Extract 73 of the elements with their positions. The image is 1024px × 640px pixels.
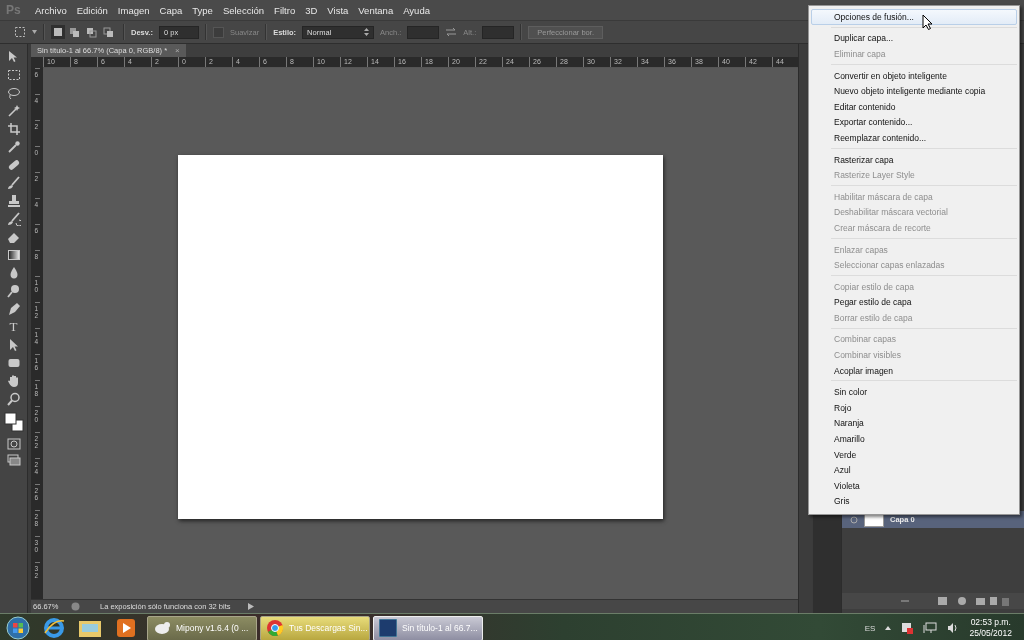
- history-brush-tool-icon[interactable]: [6, 212, 21, 226]
- menu-item[interactable]: Duplicar capa...: [811, 30, 1017, 47]
- dodge-tool-icon[interactable]: [6, 284, 21, 298]
- caret-icon[interactable]: [32, 30, 37, 34]
- hand-tool-icon[interactable]: [6, 374, 21, 388]
- stamp-tool-icon[interactable]: [6, 194, 21, 208]
- menu-item[interactable]: Archivo: [30, 2, 72, 18]
- chrome-icon: [266, 619, 284, 637]
- cursor-icon: [922, 14, 933, 30]
- zoom-tool-icon[interactable]: [6, 392, 21, 406]
- menu-item[interactable]: Nuevo objeto inteligente mediante copia: [811, 83, 1017, 99]
- menu-item[interactable]: Gris: [811, 493, 1017, 510]
- marquee-icon[interactable]: [14, 26, 26, 38]
- marquee-tool-icon[interactable]: [6, 68, 21, 82]
- time: 02:53 p.m.: [970, 617, 1011, 628]
- menu-item[interactable]: Exportar contenido...: [811, 114, 1017, 131]
- folder-icon[interactable]: [78, 618, 102, 638]
- pen-tool-icon[interactable]: [6, 302, 21, 316]
- menu-item[interactable]: Acoplar imagen: [811, 362, 1017, 379]
- menu-item[interactable]: Naranja: [811, 415, 1017, 432]
- taskbar-button[interactable]: Mipony v1.6.4 (0 ...: [147, 615, 257, 640]
- menu-item[interactable]: Selección: [217, 2, 270, 18]
- menu-item[interactable]: Capa: [154, 2, 188, 18]
- lasso-tool-icon[interactable]: [6, 86, 21, 100]
- menu-item[interactable]: Pegar estilo de capa: [811, 294, 1017, 311]
- language-indicator[interactable]: ES: [864, 623, 876, 633]
- width-field[interactable]: [407, 25, 440, 39]
- menu-item[interactable]: Opciones de fusión...: [811, 9, 1017, 25]
- gradient-tool-icon[interactable]: [6, 248, 21, 262]
- menu-item[interactable]: Vista: [322, 2, 354, 18]
- menu-item[interactable]: 3D: [300, 2, 323, 18]
- text-tool-icon[interactable]: T: [6, 320, 21, 334]
- quick-mask-icon[interactable]: [6, 438, 21, 450]
- menu-item[interactable]: Amarillo: [811, 431, 1017, 447]
- menu-item[interactable]: Rasterizar capa: [811, 151, 1017, 168]
- play-icon[interactable]: [248, 603, 254, 610]
- caret-icon[interactable]: [885, 626, 892, 630]
- speaker-icon[interactable]: [947, 622, 960, 634]
- eye-icon[interactable]: [850, 515, 858, 524]
- menu-item[interactable]: Azul: [811, 462, 1017, 479]
- menu-item[interactable]: Edición: [71, 2, 113, 18]
- start-orb-icon[interactable]: [6, 616, 30, 640]
- menu-item[interactable]: Rojo: [811, 400, 1017, 416]
- crop-tool-icon[interactable]: [6, 122, 21, 136]
- menu-item[interactable]: Ayuda: [398, 2, 435, 18]
- updown-icon: [364, 28, 370, 36]
- rectangle-tool-icon[interactable]: [6, 356, 21, 370]
- browser-e-icon[interactable]: [43, 617, 65, 639]
- menu-item[interactable]: Verde: [811, 446, 1017, 463]
- network-icon[interactable]: [923, 622, 938, 634]
- menu-item[interactable]: Ventana: [353, 2, 399, 18]
- info-icon[interactable]: [71, 602, 80, 611]
- menu-item[interactable]: Imagen: [112, 2, 155, 18]
- menu-item[interactable]: Convertir en objeto inteligente: [811, 67, 1017, 84]
- menu-item[interactable]: Violeta: [811, 478, 1017, 494]
- brush-tool-icon[interactable]: [6, 176, 21, 190]
- layer-actions-icons[interactable]: [900, 596, 1010, 606]
- menu-item[interactable]: Editar contenido: [811, 98, 1017, 115]
- wand-tool-icon[interactable]: [6, 104, 21, 118]
- color-swatches-icon[interactable]: [3, 410, 24, 434]
- eyedropper-tool-icon[interactable]: [6, 140, 21, 154]
- date: 25/05/2012: [969, 628, 1012, 639]
- flag-icon[interactable]: [901, 622, 914, 634]
- menu-item[interactable]: Sin color: [811, 384, 1017, 401]
- screen-mode-icon[interactable]: [6, 454, 21, 466]
- clock[interactable]: 02:53 p.m. 25/05/2012: [969, 617, 1012, 639]
- menu-item[interactable]: Type: [187, 2, 218, 18]
- menu-item[interactable]: Filtro: [269, 2, 301, 18]
- media-player-icon[interactable]: [116, 618, 136, 638]
- eraser-tool-icon[interactable]: [6, 230, 21, 244]
- swap-icon[interactable]: [445, 27, 458, 37]
- menu-item[interactable]: Reemplazar contenido...: [811, 130, 1017, 146]
- height-field[interactable]: [482, 25, 515, 39]
